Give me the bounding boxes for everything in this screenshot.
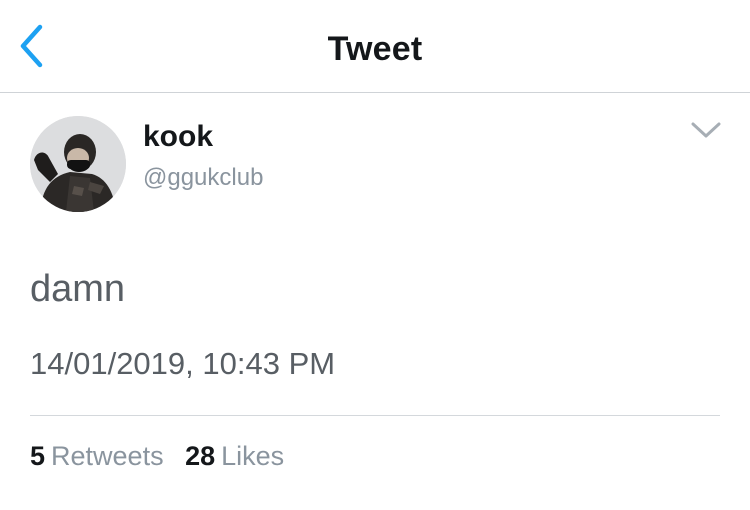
author-handle[interactable]: @ggukclub bbox=[143, 164, 263, 192]
tweet-stats: 5 Retweets 28 Likes bbox=[30, 441, 298, 472]
tweet-text: damn bbox=[30, 268, 126, 310]
retweets-count: 5 bbox=[30, 441, 46, 471]
divider bbox=[30, 415, 720, 416]
likes-label: Likes bbox=[221, 441, 285, 471]
page-title: Tweet bbox=[327, 30, 423, 68]
tweet-detail-screen: Tweet kook @ggukclub damn 14/01/2019, 10… bbox=[0, 0, 750, 510]
tweet-timestamp: 14/01/2019, 10:43 PM bbox=[30, 346, 336, 381]
avatar-photo bbox=[30, 116, 126, 212]
retweets-label: Retweets bbox=[51, 441, 164, 471]
retweets-stat[interactable]: 5 Retweets bbox=[30, 441, 164, 472]
likes-count: 28 bbox=[185, 441, 216, 471]
likes-stat[interactable]: 28 Likes bbox=[185, 441, 284, 472]
avatar[interactable] bbox=[30, 116, 126, 212]
tweet-options-button[interactable] bbox=[688, 118, 724, 146]
author-display-name[interactable]: kook bbox=[143, 120, 213, 154]
chevron-down-icon bbox=[690, 120, 722, 145]
nav-header: Tweet bbox=[0, 0, 750, 93]
